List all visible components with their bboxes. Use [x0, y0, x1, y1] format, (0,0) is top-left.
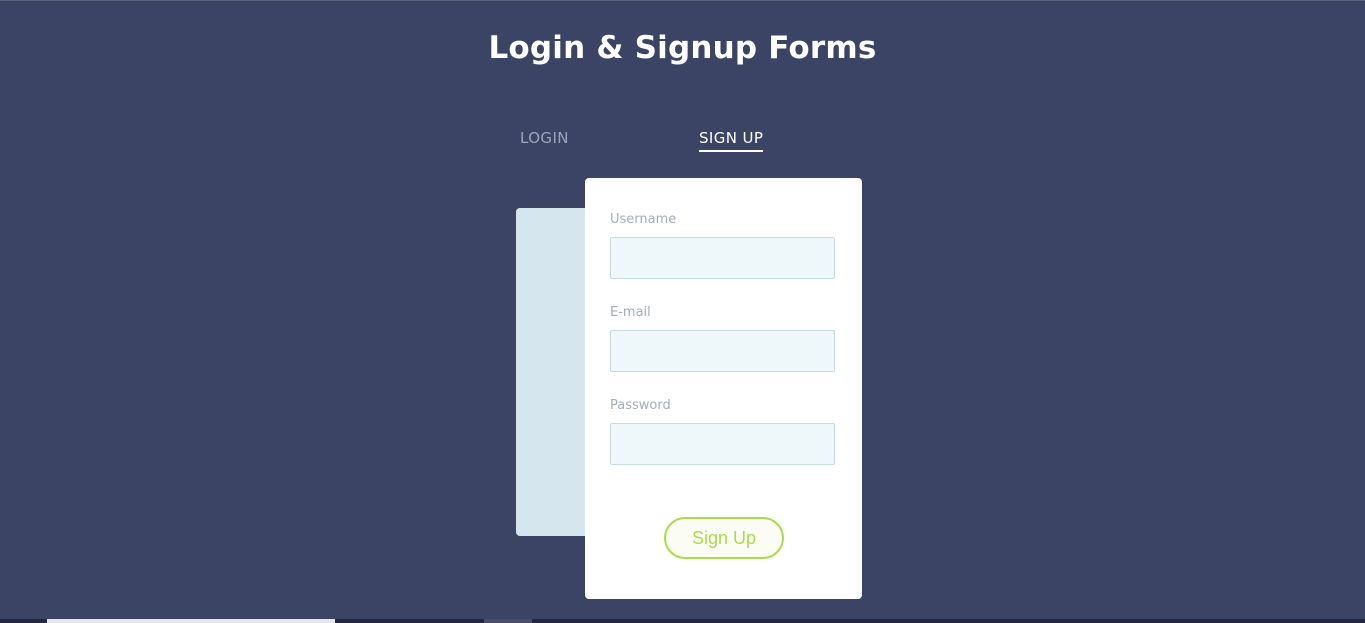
page-title: Login & Signup Forms — [488, 30, 877, 66]
top-divider — [0, 0, 1365, 1]
signup-form-card: Username E-mail Password Sign Up — [585, 178, 862, 599]
username-label: Username — [610, 212, 677, 227]
taskbar — [0, 619, 1365, 623]
sign-up-button[interactable]: Sign Up — [664, 517, 784, 559]
taskbar-window-item[interactable] — [47, 619, 335, 623]
password-input[interactable] — [610, 423, 835, 465]
password-label: Password — [610, 398, 671, 413]
tab-signup[interactable]: SIGN UP — [699, 129, 764, 152]
taskbar-app-item[interactable] — [484, 619, 532, 623]
email-label: E-mail — [610, 305, 651, 320]
tab-login[interactable]: LOGIN — [520, 129, 569, 150]
username-input[interactable] — [610, 237, 835, 279]
page: Login & Signup Forms LOGIN SIGN UP Usern… — [0, 0, 1365, 623]
email-input[interactable] — [610, 330, 835, 372]
